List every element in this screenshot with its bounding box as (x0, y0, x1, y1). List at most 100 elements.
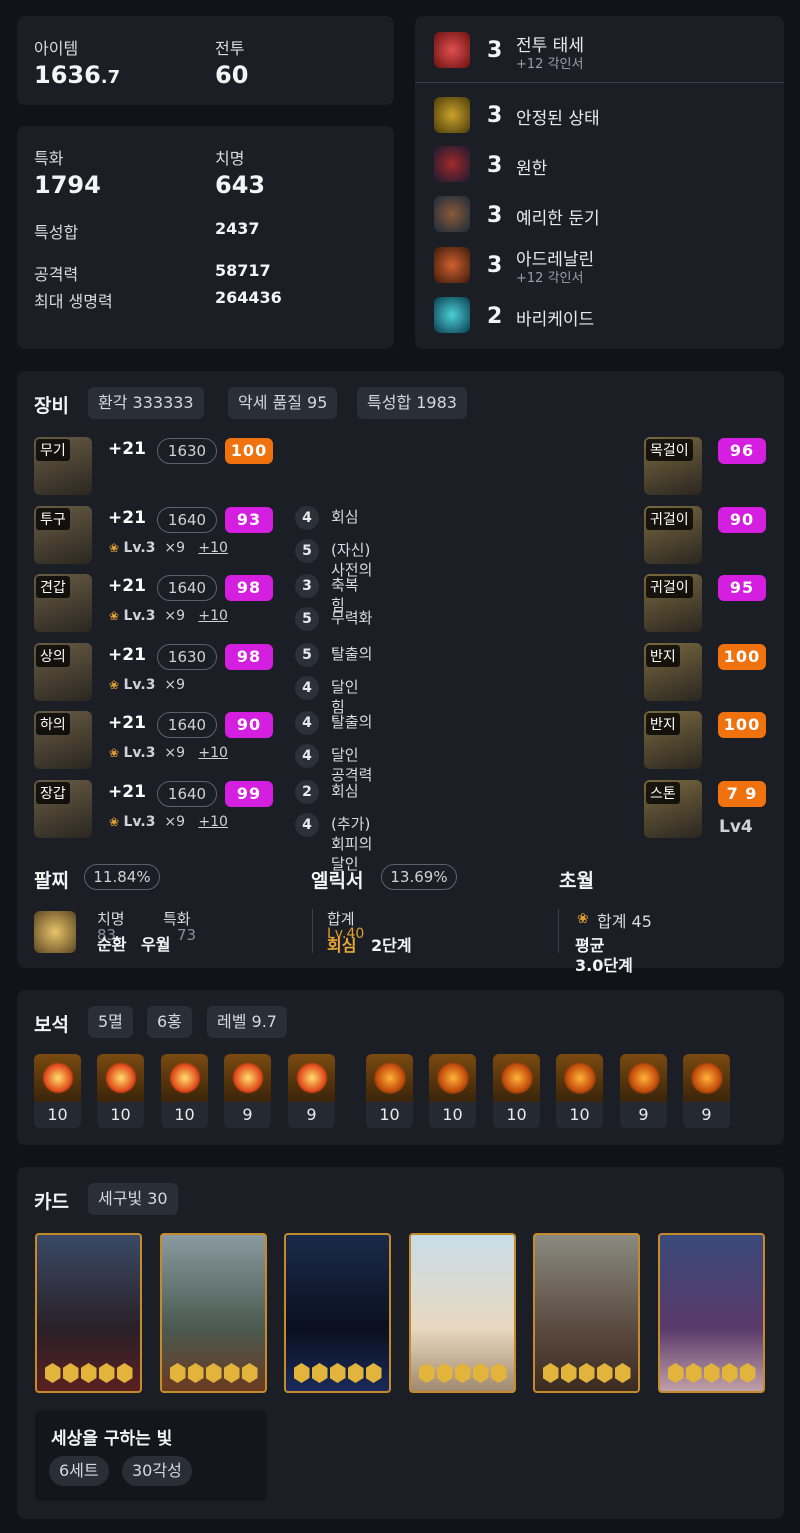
transcend-sum: 합계 45 (597, 912, 652, 931)
gear-effect-name: (추가) 회피의 달인 (331, 815, 373, 873)
gear-adv-level: Lv.3 (123, 540, 156, 556)
gem-item[interactable]: 10 (97, 1054, 144, 1128)
accessory-slot-icon[interactable]: 귀걸이 (644, 506, 702, 564)
engraving-book: +12 각인서 (516, 271, 584, 286)
gear-slot-icon[interactable]: 견갑 (34, 574, 92, 632)
card-item[interactable] (409, 1233, 516, 1393)
gem-level: 10 (379, 1105, 400, 1124)
accessory-slot-icon[interactable]: 귀걸이 (644, 574, 702, 632)
combat-level-label: 전투 (215, 39, 245, 58)
gear-adv-bonus[interactable]: +10 (198, 540, 228, 556)
gear-adv-mult: ×9 (164, 677, 186, 693)
awakening-star-icon (739, 1363, 756, 1383)
stat-sum-value: 2437 (215, 219, 260, 238)
awakening-star-icon (578, 1363, 595, 1383)
awakening-star-icon (223, 1363, 240, 1383)
combat-level-value: 60 (215, 61, 249, 89)
gem-item[interactable]: 9 (288, 1054, 335, 1128)
gear-quality-badge: 93 (225, 507, 273, 533)
item-level-label: 아이템 (34, 39, 79, 58)
gear-adv-bonus[interactable]: +10 (198, 745, 228, 761)
accessory-slot-icon[interactable]: 반지 (644, 711, 702, 769)
awakening-star-icon (293, 1363, 310, 1383)
gear-effect-name: 회심 (331, 782, 359, 800)
transcend-average-value: 3.0단계 (575, 956, 633, 975)
gear-slot-icon[interactable]: 장갑 (34, 780, 92, 838)
gear-adv-bonus[interactable]: +10 (198, 608, 228, 624)
gear-item-level: 1640 (157, 575, 217, 601)
gem-item[interactable]: 10 (429, 1054, 476, 1128)
accessory-quality-badge: 90 (718, 507, 766, 533)
accessory-slot-label: 반지 (646, 713, 680, 735)
gear-adv-bonus[interactable]: +10 (198, 814, 228, 830)
gem-item[interactable]: 9 (683, 1054, 730, 1128)
crit-value: 643 (215, 171, 266, 199)
engraving-name[interactable]: 예리한 둔기 (516, 204, 600, 229)
gear-adv-mult: ×9 (164, 608, 186, 624)
bracelet-icon[interactable] (34, 911, 76, 953)
gem-level: 10 (506, 1105, 527, 1124)
flower-icon: ❀ (577, 911, 589, 927)
accessory-quality-badge: 7 9 (718, 781, 766, 807)
awakening-star-icon (418, 1363, 435, 1383)
engraving-card: 3 전투 태세 +12 각인서 3 안정된 상태 3 원한 3 예리한 둔기 3… (415, 16, 784, 349)
awakening-star-icon (205, 1363, 222, 1383)
accessory-slot-icon[interactable]: 목걸이 (644, 437, 702, 495)
engraving-name[interactable]: 안정된 상태 (516, 104, 600, 129)
gear-slot-icon[interactable]: 상의 (34, 643, 92, 701)
awakening-star-icon (169, 1363, 186, 1383)
accessory-slot-icon[interactable]: 스톤 (644, 780, 702, 838)
gem-level: 9 (638, 1105, 649, 1124)
gear-effect-level: 4 (295, 813, 319, 837)
gear-slot-icon[interactable]: 투구 (34, 506, 92, 564)
accessory-quality-badge: 100 (718, 712, 766, 738)
cooldown-gem-icon (556, 1054, 603, 1102)
accessory-slot-icon[interactable]: 반지 (644, 643, 702, 701)
damage-gem-icon (288, 1054, 335, 1102)
awakening-star-icon (80, 1363, 97, 1383)
gem-item[interactable]: 10 (493, 1054, 540, 1128)
cooldown-gem-icon (620, 1054, 667, 1102)
gear-slot-label: 견갑 (36, 576, 70, 598)
stats-card: 특화 1794 치명 643 특성합 2437 공격력 58717 최대 생명력… (17, 126, 394, 349)
gear-slot-icon[interactable]: 하의 (34, 711, 92, 769)
card-item[interactable] (658, 1233, 765, 1393)
awakening-star-icon (329, 1363, 346, 1383)
card-item[interactable] (533, 1233, 640, 1393)
combat-stance-icon (434, 32, 470, 68)
gem-level: 10 (569, 1105, 590, 1124)
card-title: 카드 (34, 1191, 69, 1213)
gear-effect-level: 3 (295, 574, 319, 598)
gear-quality-badge: 99 (225, 781, 273, 807)
gem-item[interactable]: 10 (366, 1054, 413, 1128)
spec-label: 특화 (34, 149, 64, 168)
gear-effect-level: 4 (295, 506, 319, 530)
awakening-star-icon (187, 1363, 204, 1383)
engraving-name[interactable]: 바리케이드 (516, 305, 594, 330)
keen-blunt-icon (434, 196, 470, 232)
gem-item[interactable]: 10 (556, 1054, 603, 1128)
gem-item[interactable]: 9 (620, 1054, 667, 1128)
gear-effect-level: 4 (295, 676, 319, 700)
awakening-star-icon (560, 1363, 577, 1383)
gear-effect-level: 4 (295, 711, 319, 735)
gear-effect-level: 4 (295, 744, 319, 768)
awakening-star-icon (454, 1363, 471, 1383)
engraving-level: 3 (487, 203, 503, 228)
gear-effect-level: 5 (295, 607, 319, 631)
gem-item[interactable]: 10 (34, 1054, 81, 1128)
gem-item[interactable]: 10 (161, 1054, 208, 1128)
gem-level: 9 (701, 1105, 712, 1124)
card-item[interactable] (160, 1233, 267, 1393)
gear-honing: +21 (108, 576, 146, 596)
card-awakening (162, 1363, 265, 1383)
awakening-star-icon (62, 1363, 79, 1383)
engraving-name[interactable]: 원한 (516, 154, 547, 179)
damage-gem-icon (224, 1054, 271, 1102)
card-item[interactable] (284, 1233, 391, 1393)
engraving-divider (415, 82, 784, 83)
gear-slot-icon[interactable]: 무기 (34, 437, 92, 495)
card-item[interactable] (35, 1233, 142, 1393)
gem-item[interactable]: 9 (224, 1054, 271, 1128)
gear-effect-name: 달인 힘 (331, 678, 359, 716)
